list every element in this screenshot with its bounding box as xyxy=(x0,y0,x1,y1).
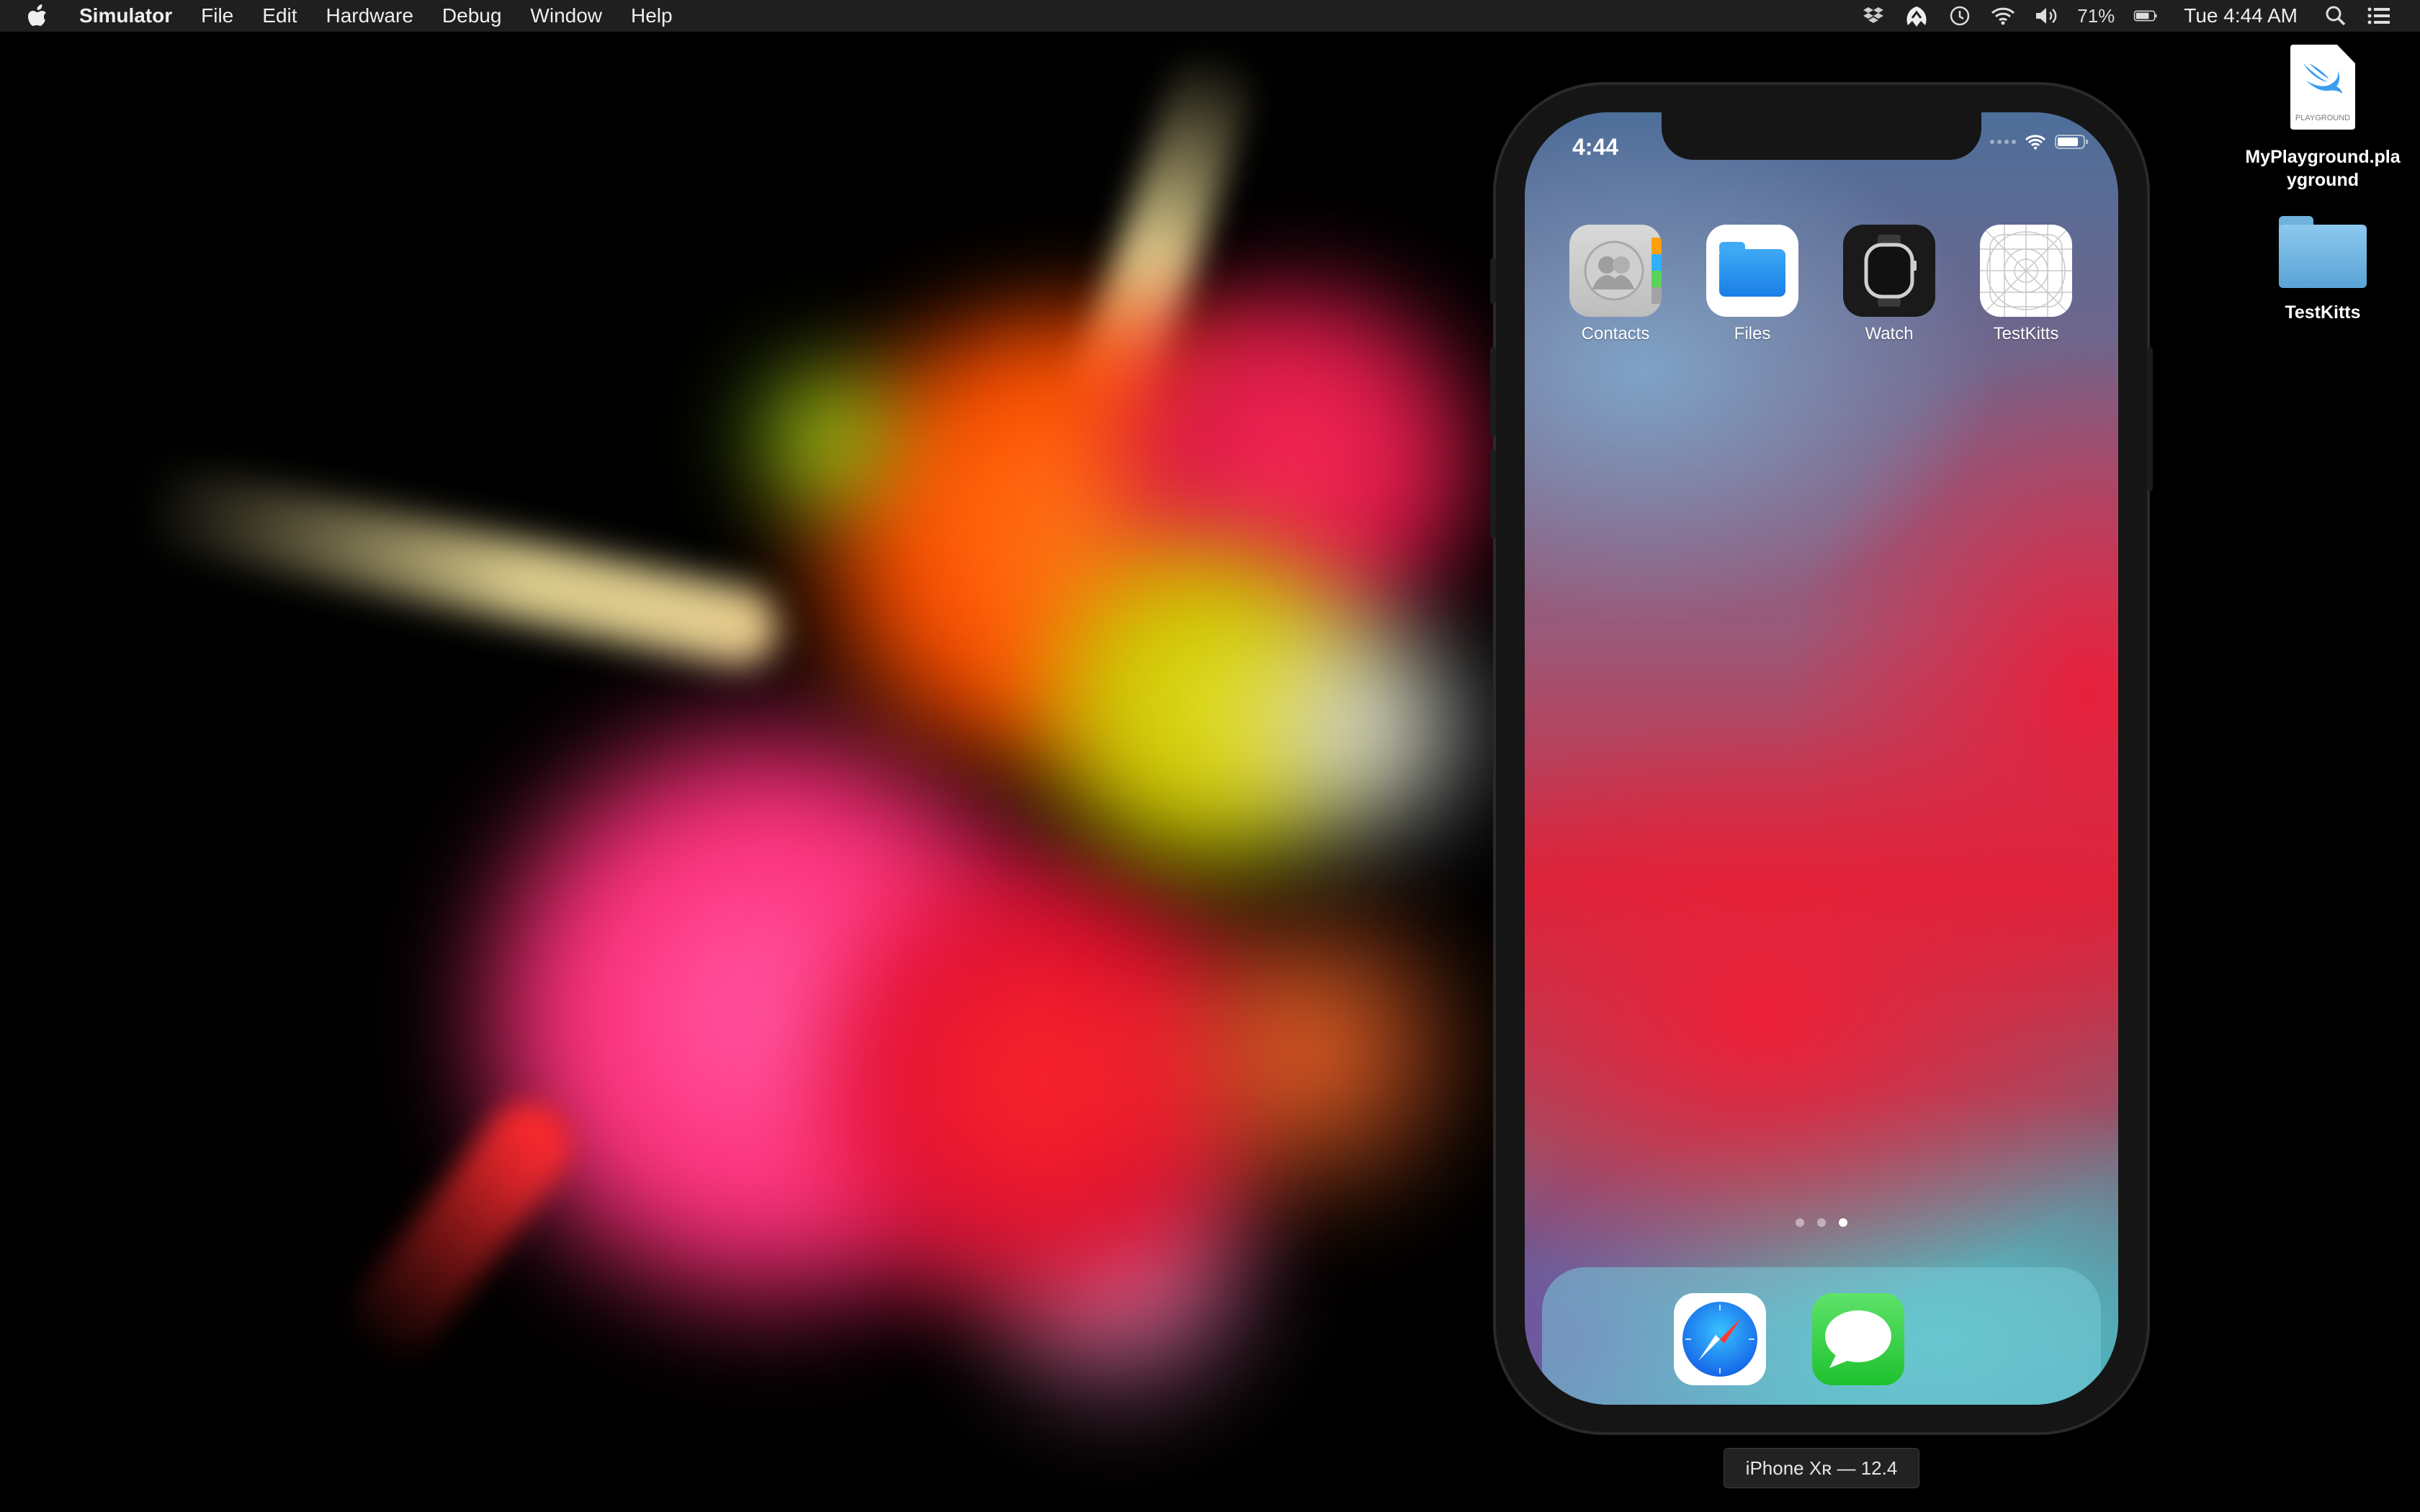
page-indicator[interactable] xyxy=(1525,1218,2118,1227)
menu-help[interactable]: Help xyxy=(617,0,687,32)
wifi-status-icon xyxy=(2025,135,2046,150)
volume-icon[interactable] xyxy=(2034,4,2058,28)
dock xyxy=(1542,1267,2101,1405)
desktop-icon-label-line-1: MyPlayground.pla xyxy=(2245,147,2401,167)
dock-app-safari[interactable] xyxy=(1673,1293,1767,1385)
spotlight-search-icon[interactable] xyxy=(2323,4,2348,28)
desktop-icon-label: MyPlayground.pla yground xyxy=(2245,145,2400,192)
apple-logo-icon[interactable] xyxy=(27,4,49,28)
malwarebytes-icon[interactable] xyxy=(1904,4,1929,28)
menu-clock[interactable]: Tue 4:44 AM xyxy=(2177,4,2305,27)
safari-icon xyxy=(1674,1293,1766,1385)
desktop-icon-label: TestKitts xyxy=(2285,302,2361,323)
menu-file[interactable]: File xyxy=(187,0,248,32)
desktop-icon-label-line-2: yground xyxy=(2287,170,2359,190)
battery-icon[interactable] xyxy=(2133,4,2158,28)
menu-app-name[interactable]: Simulator xyxy=(65,0,187,32)
menu-bar: Simulator File Edit Hardware Debug Windo… xyxy=(0,0,2420,32)
app-label: Contacts xyxy=(1581,324,1650,343)
app-testkitts[interactable]: TestKitts xyxy=(1961,225,2091,344)
blank-app-icon xyxy=(1980,225,2072,317)
home-screen[interactable]: 4:44 Contacts Files Watch TestKitts xyxy=(1525,112,2118,1405)
app-label: Files xyxy=(1734,324,1771,343)
dock-app-messages[interactable] xyxy=(1811,1293,1905,1385)
app-label: TestKitts xyxy=(1993,324,2059,343)
app-contacts[interactable]: Contacts xyxy=(1551,225,1680,344)
dropbox-icon[interactable] xyxy=(1861,4,1886,28)
cellular-signal-icon xyxy=(1990,140,2016,144)
device-name-label: iPhone Xʀ — 12.4 xyxy=(1724,1448,1919,1488)
watch-icon xyxy=(1843,225,1935,317)
menu-hardware[interactable]: Hardware xyxy=(312,0,428,32)
time-machine-icon[interactable] xyxy=(1948,4,1972,28)
folder-icon xyxy=(2279,216,2367,288)
files-icon xyxy=(1706,225,1798,317)
battery-percent[interactable]: 71% xyxy=(2077,5,2115,27)
swift-playground-icon: PLAYGROUND xyxy=(2290,45,2355,130)
contacts-icon xyxy=(1569,225,1662,317)
desktop-icon-myplayground[interactable]: PLAYGROUND MyPlayground.pla yground xyxy=(2240,45,2406,192)
app-watch[interactable]: Watch xyxy=(1824,225,1954,344)
page-dot-active[interactable] xyxy=(1839,1218,1847,1227)
wifi-icon[interactable] xyxy=(1991,4,2015,28)
menu-edit[interactable]: Edit xyxy=(248,0,311,32)
notification-center-icon[interactable] xyxy=(2367,4,2391,28)
messages-icon xyxy=(1812,1293,1904,1385)
desktop-icon-testkitts[interactable]: TestKitts xyxy=(2240,216,2406,324)
page-dot[interactable] xyxy=(1796,1218,1804,1227)
app-files[interactable]: Files xyxy=(1688,225,1817,344)
iphone-simulator-window[interactable]: 4:44 Contacts Files Watch TestKitts xyxy=(1490,85,2153,1432)
side-button[interactable] xyxy=(2147,347,2153,491)
volume-down-button[interactable] xyxy=(1490,449,1496,539)
page-dot[interactable] xyxy=(1817,1218,1826,1227)
mute-switch[interactable] xyxy=(1490,258,1496,304)
status-bar-time: 4:44 xyxy=(1572,134,1619,160)
menu-debug[interactable]: Debug xyxy=(428,0,516,32)
app-label: Watch xyxy=(1865,324,1914,343)
menu-window[interactable]: Window xyxy=(516,0,617,32)
status-bar-right xyxy=(1990,134,2089,150)
notch xyxy=(1662,112,1981,160)
playground-doc-caption: PLAYGROUND xyxy=(2295,114,2351,122)
battery-status-icon xyxy=(2055,135,2088,149)
volume-up-button[interactable] xyxy=(1490,347,1496,436)
